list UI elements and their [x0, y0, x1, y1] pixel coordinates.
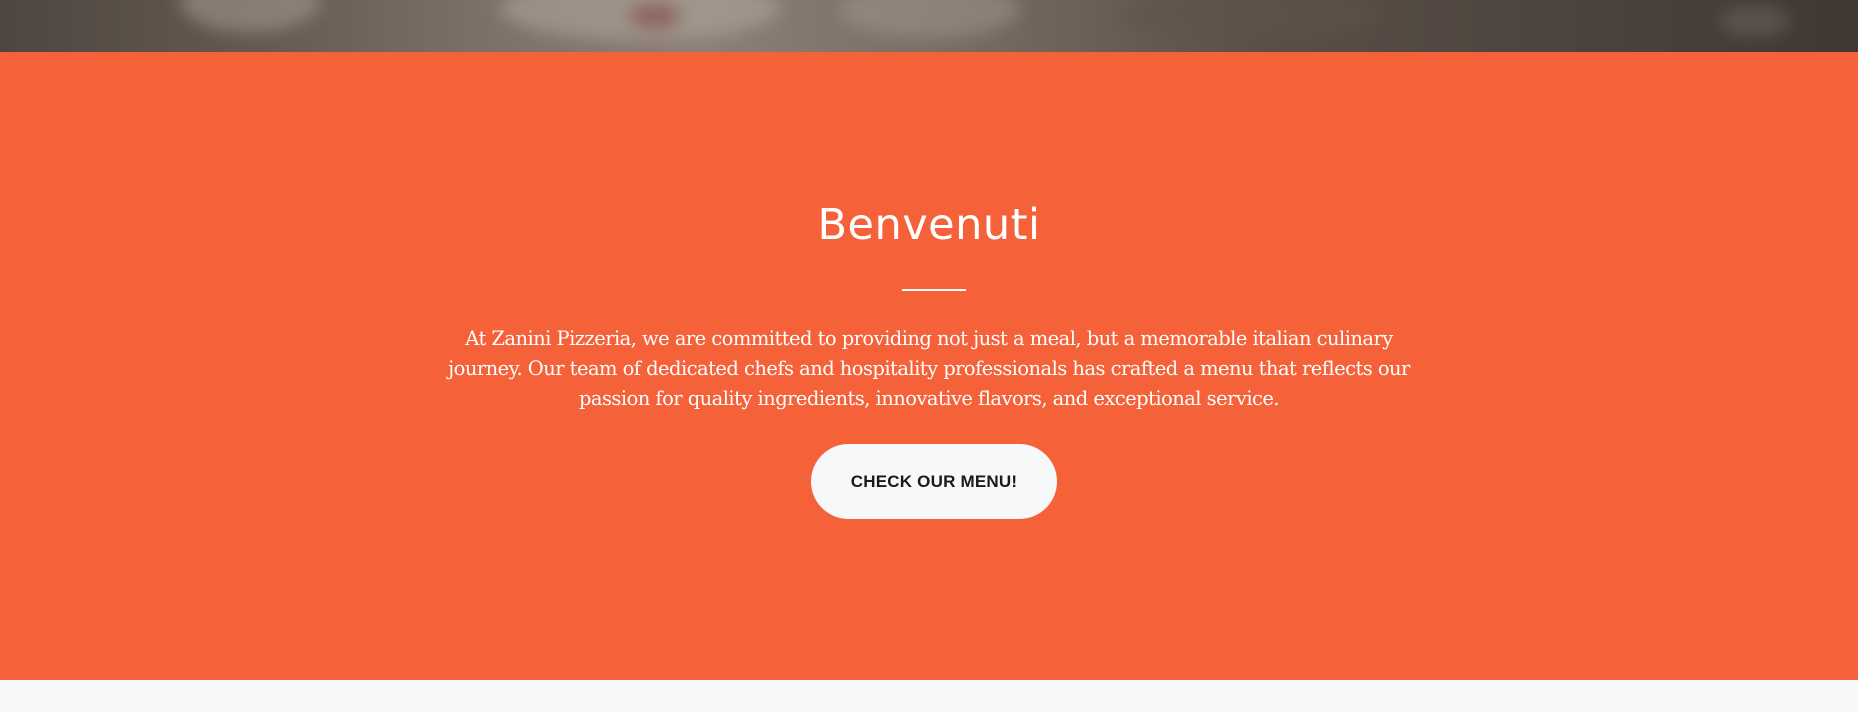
photo-blur-blob — [1720, 6, 1790, 36]
welcome-section: Benvenuti At Zanini Pizzeria, we are com… — [0, 52, 1858, 680]
hero-photo-strip — [0, 0, 1858, 52]
check-menu-button[interactable]: CHECK OUR MENU! — [811, 444, 1057, 519]
welcome-description: At Zanini Pizzeria, we are committed to … — [448, 327, 1410, 410]
welcome-title: Benvenuti — [817, 200, 1041, 250]
photo-blur-blob — [180, 0, 320, 32]
photo-blur-blob — [840, 0, 1020, 38]
next-section-band — [0, 680, 1858, 712]
page: Benvenuti At Zanini Pizzeria, we are com… — [0, 0, 1858, 712]
title-divider — [902, 289, 966, 291]
photo-blur-blob — [1120, 0, 1380, 40]
photo-blur-blob — [630, 4, 680, 28]
